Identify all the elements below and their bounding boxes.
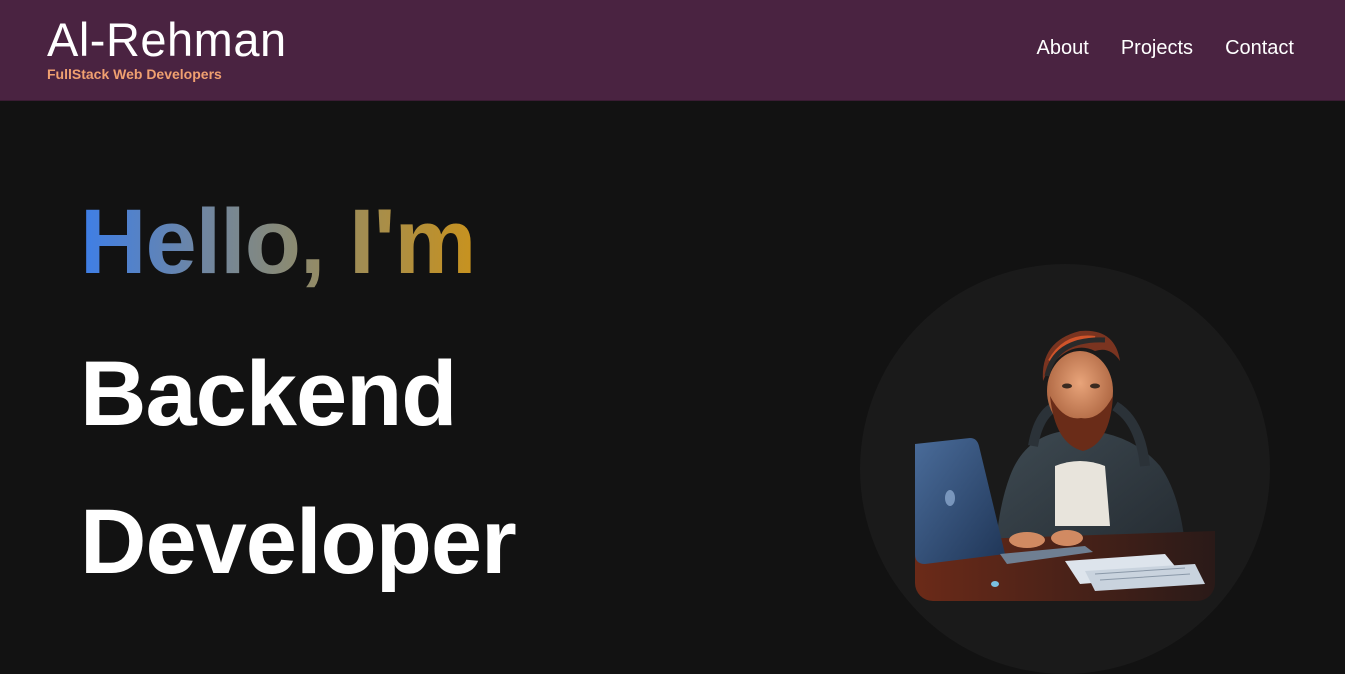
main-nav: About Projects Contact xyxy=(1037,37,1294,60)
brand-subtitle: FullStack Web Developers xyxy=(47,66,222,82)
brand-title[interactable]: Al-Rehman xyxy=(47,14,287,66)
site-header: Al-Rehman FullStack Web Developers About… xyxy=(0,0,1345,101)
nav-link-projects[interactable]: Projects xyxy=(1121,37,1193,60)
nav-link-contact[interactable]: Contact xyxy=(1225,37,1294,60)
brand[interactable]: Al-Rehman FullStack Web Developers xyxy=(47,14,287,83)
hero-role-line1: Backend xyxy=(80,343,457,445)
hero-greeting: Hello, I'm xyxy=(80,191,476,293)
nav-link-about[interactable]: About xyxy=(1037,37,1089,60)
hero-section: Hello, I'm Backend Developer xyxy=(0,101,1345,674)
developer-illustration xyxy=(915,326,1215,601)
hero-role-line2: Developer xyxy=(80,491,517,593)
